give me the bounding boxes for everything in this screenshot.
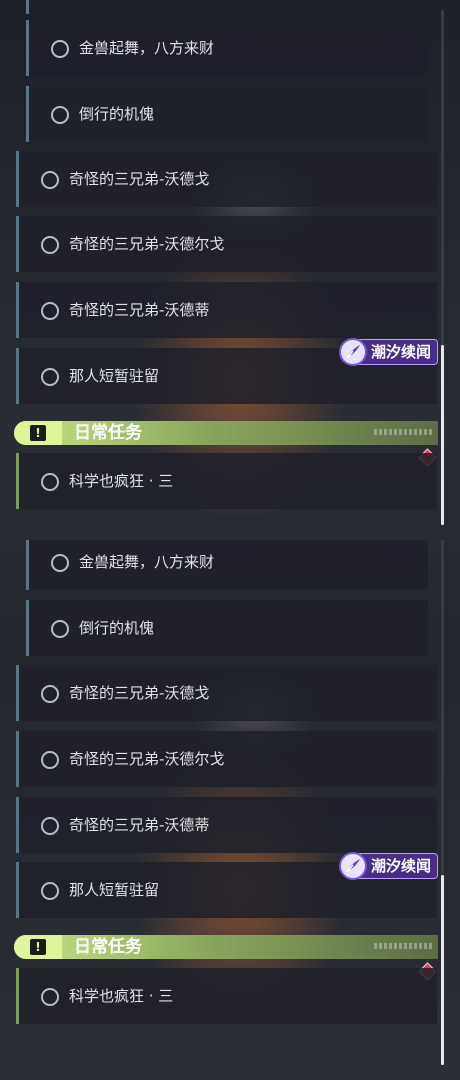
quest-row[interactable]: 金兽起舞，八方来财: [26, 540, 428, 590]
quest-label: 那人短暂驻留: [69, 367, 160, 385]
quest-status-circle-icon: [41, 685, 59, 703]
quest-status-circle-icon: [41, 368, 59, 386]
daily-quests-header[interactable]: ! 日常任务: [14, 935, 438, 959]
header-decoration: [374, 943, 434, 949]
scrollbar-thumb[interactable]: [441, 875, 444, 1065]
quest-status-circle-icon: [41, 817, 59, 835]
quest-label: 奇怪的三兄弟-沃德尔戈: [69, 750, 225, 768]
quest-row[interactable]: 奇怪的三兄弟-沃德蒂: [16, 797, 437, 853]
quest-panel-bottom: 金兽起舞，八方来财 倒行的机傀 奇怪的三兄弟-沃德戈 奇怪的三兄弟-沃德尔戈 奇…: [0, 540, 460, 1080]
badge-label: 潮汐续闻: [371, 857, 432, 875]
quest-status-circle-icon: [51, 554, 69, 572]
quest-status-circle-icon: [41, 473, 59, 491]
alert-box-icon: !: [14, 935, 62, 959]
quest-row[interactable]: 科学也疯狂 · 三: [16, 453, 437, 509]
quest-status-circle-icon: [51, 40, 69, 58]
quest-row[interactable]: 倒行的机傀: [26, 86, 428, 142]
quest-panel-top: 金兽起舞，八方来财 倒行的机傀 奇怪的三兄弟-沃德戈 奇怪的三兄弟-沃德尔戈 奇…: [0, 0, 460, 540]
quest-label: 奇怪的三兄弟-沃德戈: [69, 170, 210, 188]
tide-feather-icon: [339, 338, 367, 366]
quest-status-circle-icon: [41, 751, 59, 769]
quest-label: 奇怪的三兄弟-沃德蒂: [69, 816, 210, 834]
quest-status-circle-icon: [51, 620, 69, 638]
quest-status-circle-icon: [41, 988, 59, 1006]
quest-row[interactable]: 奇怪的三兄弟-沃德戈: [16, 665, 437, 721]
quest-label: 奇怪的三兄弟-沃德戈: [69, 684, 210, 702]
quest-row[interactable]: 奇怪的三兄弟-沃德戈: [16, 151, 437, 207]
quest-row[interactable]: 科学也疯狂 · 三: [16, 968, 437, 1024]
scrollbar-thumb[interactable]: [441, 345, 444, 525]
quest-row-partial[interactable]: [26, 0, 428, 14]
quest-label: 倒行的机傀: [79, 619, 155, 637]
daily-quests-header[interactable]: ! 日常任务: [14, 421, 438, 445]
quest-label: 金兽起舞，八方来财: [79, 39, 215, 57]
quest-label: 科学也疯狂 · 三: [69, 987, 174, 1005]
quest-status-circle-icon: [41, 882, 59, 900]
quest-row[interactable]: 奇怪的三兄弟-沃德尔戈: [16, 216, 437, 272]
quest-label: 奇怪的三兄弟-沃德尔戈: [69, 235, 225, 253]
quest-status-circle-icon: [41, 302, 59, 320]
quest-label: 那人短暂驻留: [69, 881, 160, 899]
daily-quests-title: 日常任务: [74, 423, 142, 443]
quest-status-circle-icon: [41, 171, 59, 189]
quest-row[interactable]: 金兽起舞，八方来财: [26, 20, 428, 76]
quest-label: 科学也疯狂 · 三: [69, 472, 174, 490]
badge-label: 潮汐续闻: [371, 343, 432, 361]
quest-label: 金兽起舞，八方来财: [79, 553, 215, 571]
quest-label: 倒行的机傀: [79, 105, 155, 123]
daily-quests-title: 日常任务: [74, 937, 142, 957]
tide-stories-badge[interactable]: 潮汐续闻: [339, 852, 438, 880]
quest-status-circle-icon: [51, 106, 69, 124]
header-decoration: [374, 429, 434, 435]
quest-row[interactable]: 奇怪的三兄弟-沃德蒂: [16, 282, 437, 338]
quest-status-circle-icon: [41, 236, 59, 254]
tide-feather-icon: [339, 852, 367, 880]
alert-box-icon: !: [14, 421, 62, 445]
quest-label: 奇怪的三兄弟-沃德蒂: [69, 301, 210, 319]
quest-row[interactable]: 倒行的机傀: [26, 600, 428, 656]
quest-row[interactable]: 奇怪的三兄弟-沃德尔戈: [16, 731, 437, 787]
tide-stories-badge[interactable]: 潮汐续闻: [339, 338, 438, 366]
